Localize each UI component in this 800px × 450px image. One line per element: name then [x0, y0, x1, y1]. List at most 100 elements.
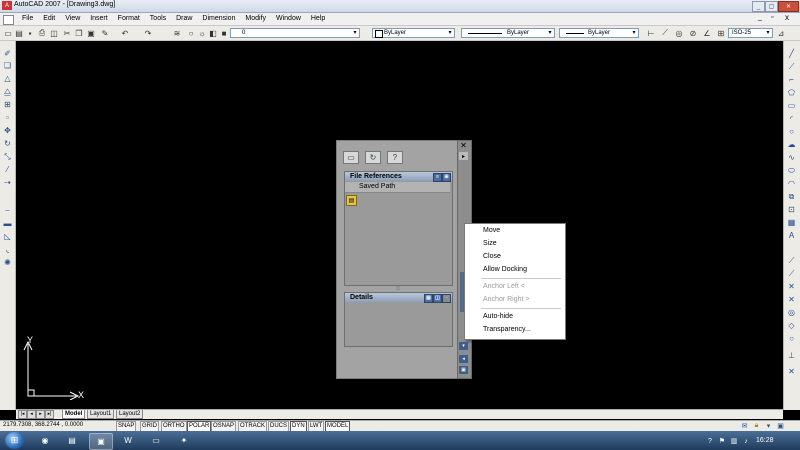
offset-icon[interactable]: ⧋ [2, 86, 13, 97]
break-icon[interactable]: ⎯ [2, 205, 13, 216]
drawing-file-icon[interactable]: ▤ [346, 195, 357, 206]
tab-layout2[interactable]: Layout2 [116, 410, 144, 419]
doc-restore-button[interactable]: ▫ [771, 14, 773, 21]
layer-color-icon[interactable]: ■ [219, 28, 229, 38]
palette-menu-icon[interactable]: ◂ [459, 355, 468, 363]
tab-last-button[interactable]: ▸| [45, 410, 54, 419]
flag-tray-icon[interactable]: ⚑ [718, 437, 726, 445]
chamfer-icon[interactable]: ◺ [2, 231, 13, 242]
mirror-icon[interactable]: △ [2, 73, 13, 84]
communication-center-icon[interactable]: ✉ [740, 421, 749, 430]
color-combo[interactable]: ByLayer ▾ [372, 28, 455, 38]
palette-dock-icon[interactable]: ▣ [459, 366, 468, 374]
move-arrows-icon[interactable]: ✥ [2, 125, 13, 136]
taskbar-clock[interactable]: 16:28 [756, 437, 774, 444]
dim-style-icon[interactable]: ⊿ [776, 28, 786, 38]
menu-dimension[interactable]: Dimension [198, 13, 239, 25]
document-icon[interactable] [3, 15, 14, 25]
dim-linear-icon[interactable]: ⊢ [646, 28, 656, 38]
open-folder-icon[interactable]: ▤ [14, 28, 24, 38]
dim-angular-icon[interactable]: ∠ [702, 28, 712, 38]
panel-splitter[interactable]: ⁝⁝ [396, 285, 400, 292]
autocad-taskbar-icon[interactable]: ▣ [89, 433, 113, 450]
layer-manager-icon[interactable]: ≋ [172, 28, 182, 38]
details-icon[interactable]: ▤ [424, 294, 433, 303]
preview-icon[interactable]: ◫ [433, 294, 442, 303]
snap-quadrant-icon[interactable]: ◇ [786, 320, 797, 331]
text-icon[interactable]: A [786, 230, 797, 241]
undo-icon[interactable]: ↶ [120, 28, 130, 38]
save-icon[interactable]: ▪ [25, 28, 35, 38]
insert-block-icon[interactable]: ⧉ [786, 191, 797, 202]
circle-icon[interactable]: ○ [786, 126, 797, 137]
linetype-combo[interactable]: ByLayer ▾ [461, 28, 555, 38]
hatch-icon[interactable]: ▦ [786, 217, 797, 228]
saved-path-column-header[interactable]: Saved Path [345, 182, 450, 193]
attach-xref-button[interactable]: ▭ [343, 151, 359, 164]
snap-center-icon[interactable]: ◎ [786, 307, 797, 318]
line-icon[interactable]: ╱ [786, 48, 797, 59]
snap-perpendicular-icon[interactable]: ⊥ [786, 350, 797, 361]
menu-view[interactable]: View [61, 13, 84, 25]
qnew-icon[interactable]: ▭ [3, 28, 13, 38]
minimize-button[interactable]: _ [752, 1, 765, 12]
layer-on-icon[interactable]: ○ [186, 28, 196, 38]
trim-icon[interactable]: ⁄ [2, 164, 13, 175]
folder-taskbar-icon[interactable]: ▤ [61, 433, 83, 448]
snap-none-icon[interactable]: ✕ [786, 366, 797, 377]
tab-prev-button[interactable]: ◂ [27, 410, 36, 419]
autocad-app-icon[interactable]: A [2, 1, 12, 10]
move-icon[interactable]: ▫ [2, 112, 13, 123]
match-properties-icon[interactable]: ✎ [100, 28, 110, 38]
chrome-taskbar-icon[interactable]: ◉ [34, 433, 56, 448]
dim-quick-icon[interactable]: ⊞ [716, 28, 726, 38]
dim-radius-icon[interactable]: ◎ [674, 28, 684, 38]
lineweight-combo[interactable]: ByLayer ▾ [559, 28, 639, 38]
extend-icon[interactable]: ⇢ [2, 177, 13, 188]
ctx-transparency[interactable]: Transparency... [483, 326, 531, 333]
list-view-icon[interactable]: ≡ [433, 173, 442, 182]
explode-icon[interactable]: ✺ [2, 257, 13, 268]
doc-minimize-button[interactable]: _ [758, 14, 762, 21]
coordinates-readout[interactable]: 2179.7308, 368.2744 , 0.0000 [3, 422, 83, 428]
ctx-close[interactable]: Close [483, 253, 501, 260]
snap-intersection-icon[interactable]: ✕ [786, 281, 797, 292]
fillet-icon[interactable]: ◟ [2, 244, 13, 255]
array-icon[interactable]: ⊞ [2, 99, 13, 110]
polygon-icon[interactable]: ⬠ [786, 87, 797, 98]
layer-freeze-icon[interactable]: ☼ [197, 28, 207, 38]
palette-autohide-icon[interactable]: ▸ [459, 152, 468, 160]
redo-icon[interactable]: ↷ [143, 28, 153, 38]
word-taskbar-icon[interactable]: W [117, 433, 139, 448]
tab-layout1[interactable]: Layout1 [87, 410, 115, 419]
network-tray-icon[interactable]: ▥ [730, 437, 738, 445]
construction-line-icon[interactable]: ⟋ [786, 61, 797, 72]
ctx-allow-docking[interactable]: Allow Docking [483, 266, 527, 273]
layer-combo[interactable]: 0 ▾ [230, 28, 360, 38]
rotate-icon[interactable]: ↻ [2, 138, 13, 149]
menu-edit[interactable]: Edit [39, 13, 59, 25]
layer-lock-icon[interactable]: ◧ [208, 28, 218, 38]
menu-insert[interactable]: Insert [86, 13, 112, 25]
dimstyle-combo[interactable]: ISO-25 ▾ [728, 28, 773, 38]
snap-endpoint-icon[interactable]: ⟋ [786, 255, 797, 266]
ctx-size[interactable]: Size [483, 240, 497, 247]
dim-aligned-icon[interactable]: ⟋ [660, 28, 670, 38]
close-window-button[interactable]: ✕ [778, 1, 799, 12]
doc-close-button[interactable]: x [785, 13, 789, 22]
erase-icon[interactable]: ✐ [2, 48, 13, 59]
clean-screen-icon[interactable]: ▣ [776, 421, 785, 430]
volume-tray-icon[interactable]: ♪ [742, 437, 750, 445]
cut-icon[interactable]: ✂ [62, 28, 72, 38]
tab-next-button[interactable]: ▸ [36, 410, 45, 419]
help-button[interactable]: ? [386, 151, 403, 164]
menu-modify[interactable]: Modify [241, 13, 270, 25]
polyline-icon[interactable]: ⌐ [786, 74, 797, 85]
menu-draw[interactable]: Draw [172, 13, 196, 25]
copy-icon[interactable]: ❐ [74, 28, 84, 38]
menu-help[interactable]: Help [307, 13, 329, 25]
maximize-button[interactable]: ▢ [765, 1, 778, 12]
menu-window[interactable]: Window [272, 13, 305, 25]
make-block-icon[interactable]: ⊡ [786, 204, 797, 215]
dim-diameter-icon[interactable]: ⊘ [688, 28, 698, 38]
